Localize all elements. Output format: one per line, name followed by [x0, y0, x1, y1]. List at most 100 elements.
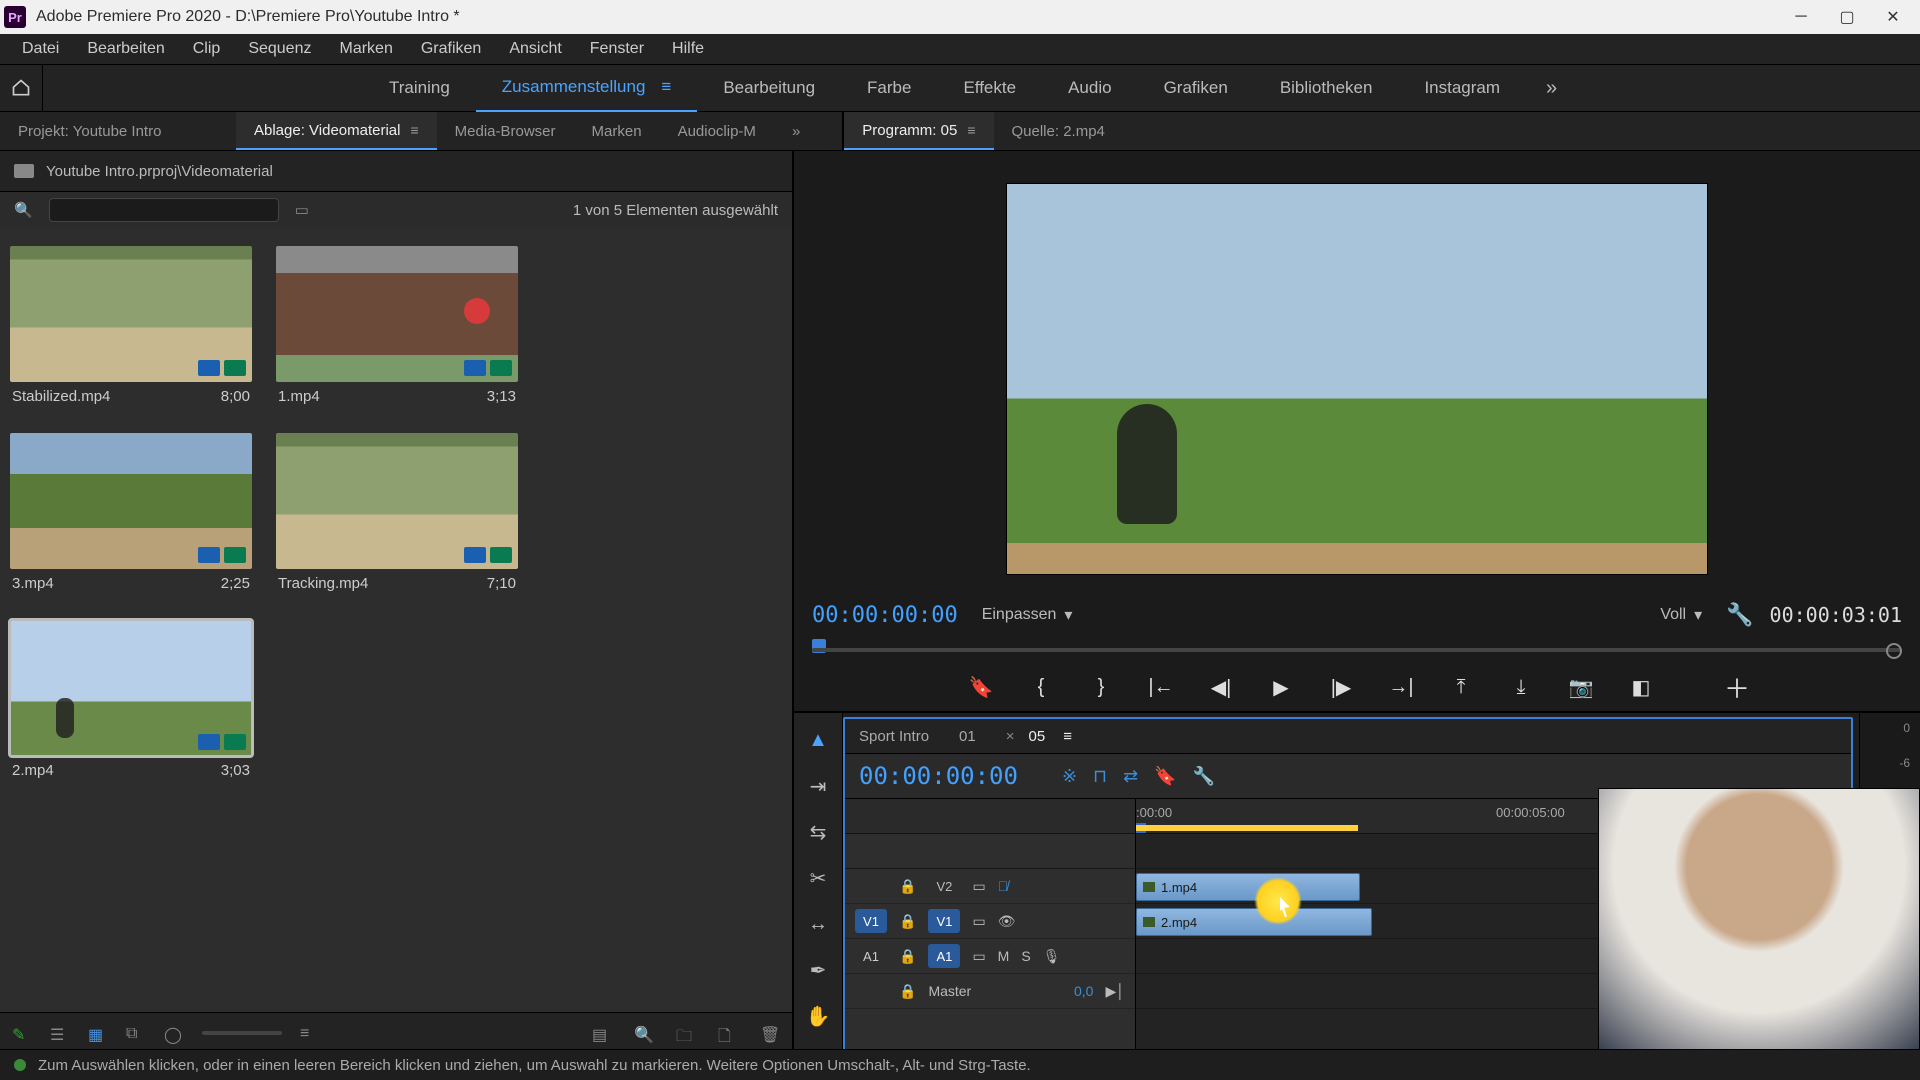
grid-view-icon[interactable]: ▦ [88, 1025, 108, 1041]
menu-bearbeiten[interactable]: Bearbeiten [73, 36, 178, 62]
tab-quelle[interactable]: Quelle: 2.mp4 [994, 112, 1123, 150]
tab-programm[interactable]: Programm: 05≡ [844, 112, 993, 150]
close-button[interactable]: ✕ [1870, 0, 1916, 34]
master-pan-value[interactable]: 0,0 [1074, 983, 1093, 999]
menu-hilfe[interactable]: Hilfe [658, 36, 718, 62]
clip-tracking[interactable]: Tracking.mp47;10 [276, 433, 518, 598]
track-select-tool[interactable]: ⇥ [803, 771, 833, 801]
eye-icon[interactable]: 👁 [998, 913, 1016, 930]
workspace-overflow-button[interactable]: » [1546, 77, 1557, 100]
program-in-timecode[interactable]: 00:00:00:00 [812, 603, 958, 628]
button-editor-button[interactable]: ＋ [1724, 669, 1750, 706]
workspace-instagram[interactable]: Instagram [1398, 65, 1526, 111]
timeline-clip-1mp4[interactable]: 1.mp4 [1136, 873, 1360, 901]
wrench-icon[interactable]: 🔧 [1726, 602, 1753, 628]
toggle-output-icon[interactable]: ▭ [972, 878, 985, 895]
track-label[interactable]: A1 [928, 944, 960, 968]
source-patch[interactable]: A1 [855, 944, 887, 968]
program-scrubber[interactable] [794, 637, 1920, 663]
timeline-clip-2mp4[interactable]: 2.mp4 [1136, 908, 1372, 936]
workspace-grafiken[interactable]: Grafiken [1138, 65, 1254, 111]
tab-media-browser[interactable]: Media-Browser [437, 112, 574, 150]
menu-ansicht[interactable]: Ansicht [495, 36, 575, 62]
bin-view-icon[interactable]: ▭ [295, 201, 309, 219]
add-marker-button[interactable]: 🔖 [964, 670, 998, 704]
mark-out-button[interactable]: } [1084, 670, 1118, 704]
zoom-handle-icon[interactable] [1886, 643, 1902, 659]
hand-tool[interactable]: ✋ [803, 1001, 833, 1031]
program-zoom-dropdown[interactable]: Voll▾ [1652, 603, 1710, 627]
selection-tool[interactable]: ▲ [803, 725, 833, 755]
find-icon[interactable]: 🔍 [634, 1025, 654, 1041]
lock-icon[interactable]: 🔒 [899, 878, 916, 895]
lock-icon[interactable]: 🔒 [899, 913, 916, 930]
clip-thumbnail[interactable] [10, 433, 252, 569]
track-label[interactable]: V2 [928, 874, 960, 898]
pen-tool[interactable]: ✒ [803, 955, 833, 985]
compare-button[interactable]: ◧ [1624, 670, 1658, 704]
list-view-icon[interactable]: ☰ [50, 1025, 70, 1041]
menu-marken[interactable]: Marken [325, 36, 406, 62]
goto-in-button[interactable]: |← [1144, 670, 1178, 704]
media-grid[interactable]: Stabilized.mp48;00 1.mp43;13 3.mp42;25 [0, 228, 792, 1012]
project-search-input[interactable] [49, 198, 279, 222]
goto-out-button[interactable]: →| [1384, 670, 1418, 704]
linked-selection-icon[interactable]: ⇄ [1123, 766, 1138, 787]
tab-audioclip[interactable]: Audioclip-M [660, 112, 774, 150]
toggle-output-icon[interactable]: ▭ [972, 913, 985, 930]
menu-clip[interactable]: Clip [179, 36, 235, 62]
clip-thumbnail[interactable] [276, 433, 518, 569]
tab-marken[interactable]: Marken [574, 112, 660, 150]
workspace-training[interactable]: Training [363, 65, 476, 111]
lock-icon[interactable]: 🔒 [899, 948, 916, 965]
lock-icon[interactable]: 🔒 [899, 983, 916, 1000]
workspace-farbe[interactable]: Farbe [841, 65, 937, 111]
freeform-view-icon[interactable]: ⧉ [126, 1025, 146, 1041]
track-header-v1[interactable]: V1 🔒 V1 ▭ 👁 [845, 904, 1135, 939]
new-bin-icon[interactable]: 🗀 [676, 1025, 696, 1041]
razor-tool[interactable]: ✂ [803, 863, 833, 893]
mute-button[interactable]: M [998, 948, 1010, 964]
magnet-icon[interactable]: ⊓ [1093, 766, 1107, 787]
program-fit-dropdown[interactable]: Einpassen▾ [974, 603, 1081, 627]
menu-fenster[interactable]: Fenster [576, 36, 658, 62]
solo-button[interactable]: S [1021, 948, 1030, 964]
step-back-button[interactable]: ◀| [1204, 670, 1238, 704]
workspace-bibliotheken[interactable]: Bibliotheken [1254, 65, 1399, 111]
source-patch[interactable]: V1 [855, 909, 887, 933]
sequence-tab-01[interactable]: 01 [959, 728, 976, 745]
mark-in-button[interactable]: { [1024, 670, 1058, 704]
export-frame-button[interactable]: 📷 [1564, 670, 1598, 704]
track-header-master[interactable]: 🔒 Master 0,0 ▶│ [845, 974, 1135, 1009]
clip-thumbnail[interactable] [276, 246, 518, 382]
clip-stabilized[interactable]: Stabilized.mp48;00 [10, 246, 252, 411]
clip-2mp4[interactable]: 2.mp43;03 [10, 620, 252, 785]
extract-button[interactable]: ⤓ [1504, 670, 1538, 704]
new-item-icon[interactable]: 🗋 [718, 1025, 738, 1041]
play-button[interactable]: ▶ [1264, 670, 1298, 704]
tab-projekt[interactable]: Projekt: Youtube Intro [0, 112, 236, 150]
minimize-button[interactable]: ─ [1778, 0, 1824, 34]
lift-button[interactable]: ⤒ [1444, 670, 1478, 704]
clip-1mp4[interactable]: 1.mp43;13 [276, 246, 518, 411]
auto-match-icon[interactable]: ▤ [592, 1025, 612, 1041]
slip-tool[interactable]: ↔ [803, 909, 833, 939]
trash-icon[interactable]: 🗑 [760, 1025, 780, 1041]
settings-icon[interactable]: 🔧 [1193, 766, 1215, 787]
sequence-tab-sport-intro[interactable]: Sport Intro [859, 728, 929, 745]
marker-icon[interactable]: 🔖 [1154, 766, 1176, 787]
workspace-zusammenstellung[interactable]: Zusammenstellung≡ [476, 64, 698, 112]
timeline-timecode[interactable]: 00:00:00:00 [859, 762, 1018, 790]
sequence-tab-05[interactable]: ×05≡ [1006, 728, 1072, 745]
sort-icon[interactable]: ◯ [164, 1025, 184, 1041]
menu-grafiken[interactable]: Grafiken [407, 36, 495, 62]
in-out-range[interactable] [1136, 825, 1358, 831]
snap-icon[interactable]: ※ [1062, 766, 1077, 787]
tab-overflow-left[interactable]: » [774, 112, 818, 150]
clip-thumbnail[interactable] [10, 246, 252, 382]
voiceover-icon[interactable]: 🎙 [1043, 948, 1061, 965]
sort-menu-icon[interactable]: ≡ ▾ [300, 1025, 320, 1041]
ripple-tool[interactable]: ⇆ [803, 817, 833, 847]
program-video[interactable] [1006, 183, 1708, 575]
clip-thumbnail[interactable] [10, 620, 252, 756]
